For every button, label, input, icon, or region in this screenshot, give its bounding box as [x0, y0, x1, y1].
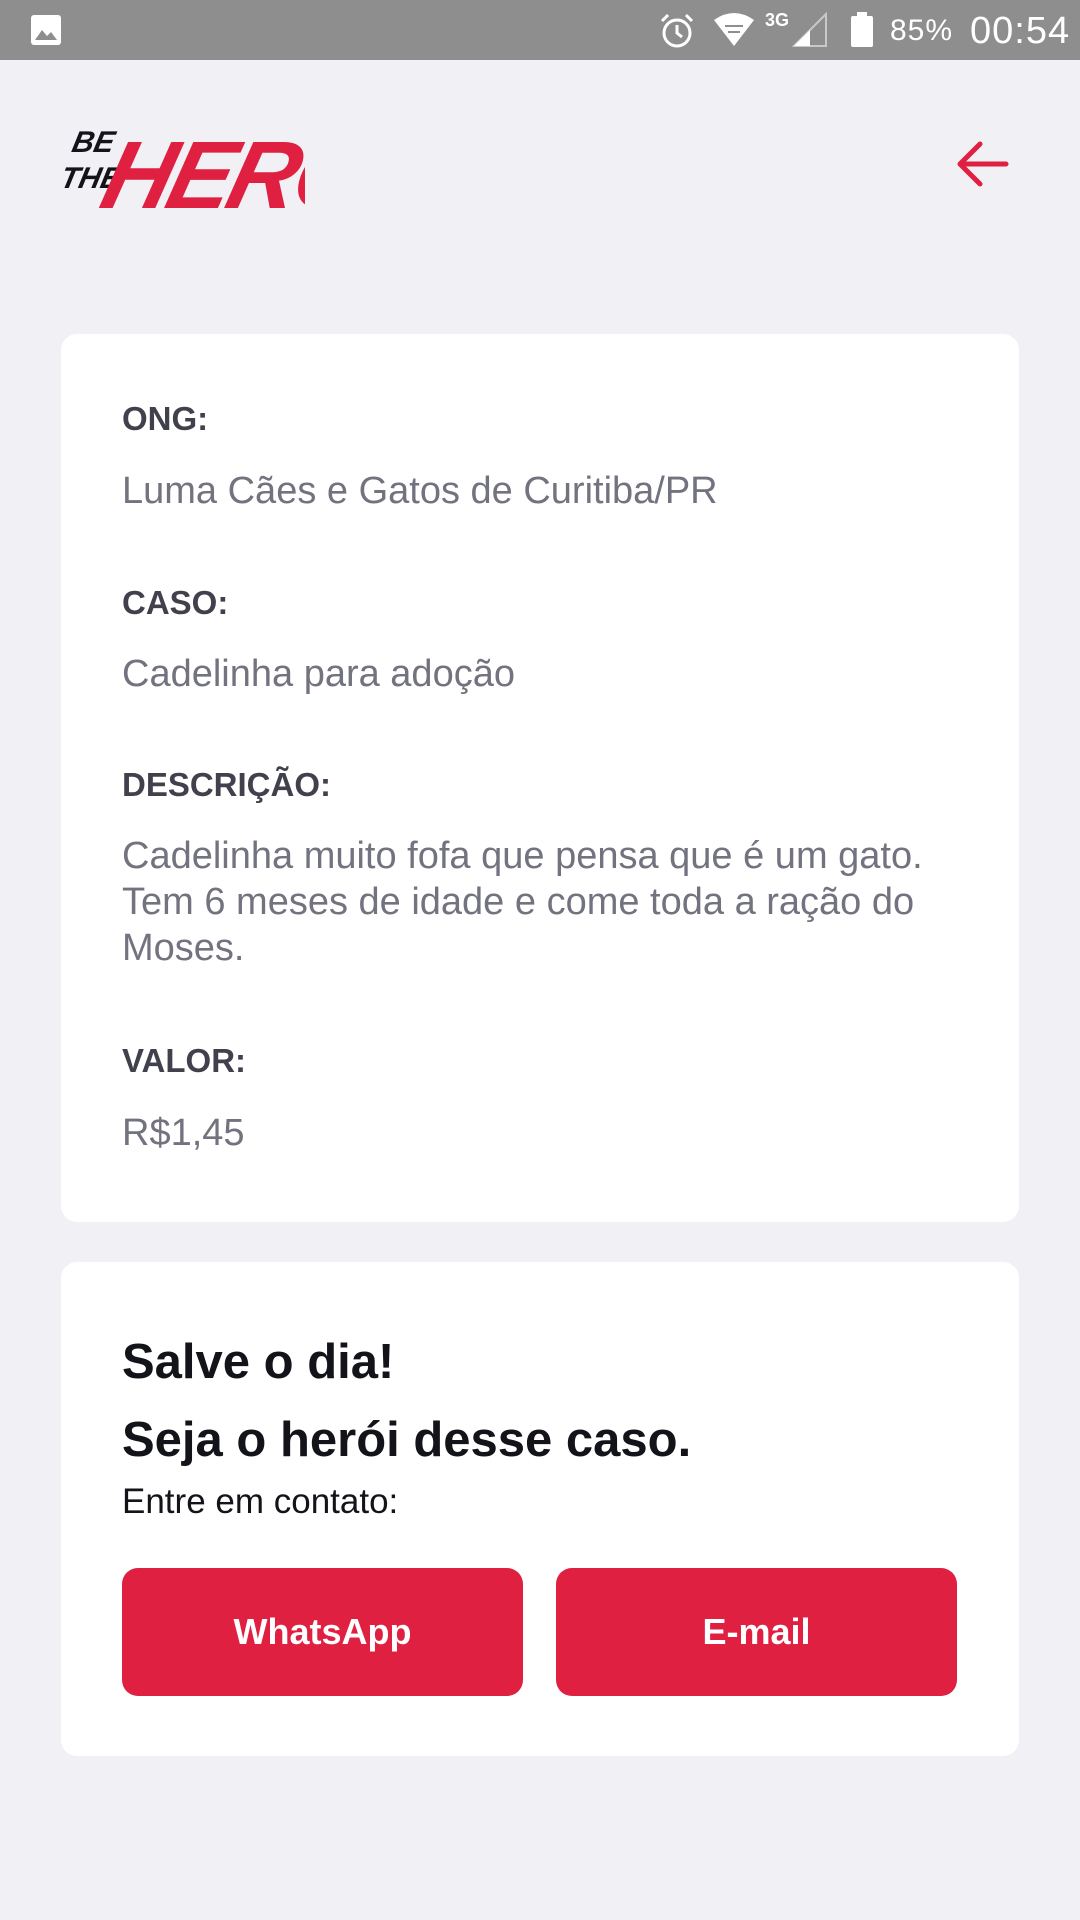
battery-percentage: 85% [890, 14, 954, 47]
ong-value: Luma Cães e Gatos de Curitiba/PR [122, 470, 718, 512]
gallery-icon [31, 15, 61, 45]
description-value: Cadelinha muito fofa que pensa que é um … [122, 835, 923, 969]
description-label: DESCRIÇÃO: [122, 766, 332, 803]
battery-icon [851, 12, 873, 47]
svg-text:HERO: HERO [92, 121, 305, 214]
arrow-left-icon [957, 141, 1009, 187]
ong-label: ONG: [122, 400, 209, 437]
value-label: VALOR: [122, 1042, 247, 1079]
contact-title-line2: Seja o herói desse caso. [122, 1413, 692, 1467]
value-amount: R$1,45 [122, 1112, 245, 1154]
contact-title-line1: Salve o dia! [122, 1335, 395, 1389]
contact-subtitle: Entre em contato: [122, 1482, 399, 1521]
header: BE THE HERO [0, 60, 1080, 260]
status-bar: 3G 85% 00:54 [0, 0, 1080, 60]
be-the-hero-logo: BE THE HERO [60, 121, 305, 214]
clock: 00:54 [970, 10, 1071, 52]
back-button[interactable] [950, 132, 1014, 196]
alarm-icon [660, 13, 694, 48]
network-type: 3G [765, 10, 790, 30]
email-button[interactable]: E-mail [556, 1568, 957, 1696]
contact-card: Salve o dia! Seja o herói desse caso. En… [61, 1262, 1019, 1756]
case-value: Cadelinha para adoção [122, 653, 515, 695]
signal-icon [791, 12, 827, 47]
incident-card: ONG: Luma Cães e Gatos de Curitiba/PR CA… [61, 334, 1019, 1222]
whatsapp-button[interactable]: WhatsApp [122, 1568, 523, 1696]
case-label: CASO: [122, 584, 229, 621]
wifi-icon [714, 13, 754, 46]
